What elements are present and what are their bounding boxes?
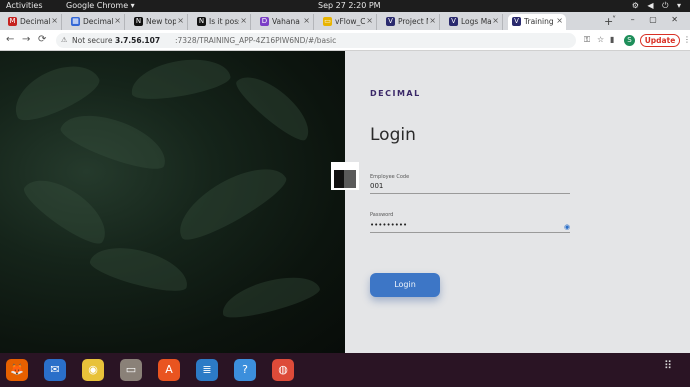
browser-tab[interactable]: ▦ Decimal × bbox=[67, 14, 125, 30]
profile-avatar[interactable]: S bbox=[624, 35, 635, 46]
software-dock-icon[interactable]: A bbox=[158, 359, 180, 381]
tab-favicon-icon: N bbox=[134, 17, 143, 26]
employee-code-underline bbox=[370, 193, 570, 194]
reload-button[interactable]: ⟳ bbox=[38, 34, 46, 45]
tab-close-icon[interactable]: × bbox=[366, 16, 373, 25]
tab-title: New top bbox=[146, 17, 176, 26]
overlay-box[interactable] bbox=[331, 162, 359, 190]
show-password-icon[interactable]: ◉ bbox=[564, 223, 570, 231]
window-controls[interactable]: ˅ – ▢ ✕ bbox=[612, 15, 684, 24]
tab-close-icon[interactable]: × bbox=[114, 16, 121, 25]
tab-title: vFlow_C bbox=[335, 17, 365, 26]
tab-title: Is it poss bbox=[209, 17, 239, 26]
os-top-bar: Activities Google Chrome ▾ Sep 27 2:20 P… bbox=[0, 0, 690, 12]
tab-close-icon[interactable]: × bbox=[429, 16, 436, 25]
login-button[interactable]: Login bbox=[370, 273, 440, 297]
help-dock-icon[interactable]: ? bbox=[234, 359, 256, 381]
tab-title: Training bbox=[524, 17, 554, 26]
writer-dock-icon[interactable]: ≣ bbox=[196, 359, 218, 381]
login-panel: DECIMAL Login Employee Code 001 Password… bbox=[345, 51, 690, 353]
tab-favicon-icon: D bbox=[260, 17, 269, 26]
tab-favicon-icon: V bbox=[449, 17, 458, 26]
tab-title: Decimal bbox=[83, 17, 113, 26]
browser-toolbar: ← → ⟳ ⚠ Not secure 3.7.56.107 :7328/TRAI… bbox=[0, 30, 690, 51]
leaf-shape bbox=[168, 153, 292, 249]
tab-favicon-icon: V bbox=[512, 17, 521, 26]
show-applications-icon[interactable]: ⠿ bbox=[664, 360, 673, 371]
leaf-shape bbox=[127, 52, 233, 105]
bookmark-star-icon[interactable]: ☆ bbox=[597, 35, 604, 44]
side-panel-icon[interactable]: ▮ bbox=[610, 35, 614, 44]
activities-button[interactable]: Activities bbox=[6, 1, 43, 10]
employee-code-label: Employee Code bbox=[370, 174, 410, 180]
not-secure-label[interactable]: Not secure bbox=[72, 36, 112, 45]
browser-tab[interactable]: V Training × bbox=[508, 14, 566, 30]
leaf-shape bbox=[18, 167, 117, 251]
system-status-icons[interactable]: ⚙ ◀ ⏻ ▾ bbox=[632, 1, 684, 11]
tab-title: Vahana E bbox=[272, 17, 302, 26]
security-warning-icon[interactable]: ⚠ bbox=[61, 36, 67, 44]
rhythmbox-dock-icon[interactable]: ◉ bbox=[82, 359, 104, 381]
tab-favicon-icon: ▭ bbox=[323, 17, 332, 26]
tab-close-icon[interactable]: × bbox=[240, 16, 247, 25]
jungle-background-image bbox=[0, 51, 345, 353]
tab-title: Logs Ma bbox=[461, 17, 491, 26]
url-path: :7328/TRAINING_APP-4Z16PIW6ND/#/basic bbox=[175, 36, 337, 45]
tab-close-icon[interactable]: × bbox=[556, 16, 563, 25]
tab-title: Decimal I bbox=[20, 17, 50, 26]
tab-favicon-icon: V bbox=[386, 17, 395, 26]
password-underline bbox=[370, 232, 570, 233]
browser-tab[interactable]: MDecimal I× bbox=[4, 14, 62, 30]
tab-close-icon[interactable]: × bbox=[303, 16, 310, 25]
browser-tab[interactable]: VProject M× bbox=[382, 14, 440, 30]
clock[interactable]: Sep 27 2:20 PM bbox=[318, 1, 381, 10]
url-bar[interactable]: ⚠ Not secure 3.7.56.107 :7328/TRAINING_A… bbox=[56, 33, 576, 48]
app-menu[interactable]: Google Chrome ▾ bbox=[66, 1, 135, 10]
firefox-dock-icon[interactable]: 🦊 bbox=[6, 359, 28, 381]
browser-tab[interactable]: V Logs Ma × bbox=[445, 14, 503, 30]
update-button[interactable]: Update bbox=[640, 34, 680, 47]
tab-favicon-icon: ▦ bbox=[71, 17, 80, 26]
employee-code-input[interactable]: 001 bbox=[370, 182, 383, 190]
os-dock: 🦊 ✉ ◉ ▭ A ≣? ◍ ⠿ bbox=[0, 353, 690, 387]
thunderbird-dock-icon[interactable]: ✉ bbox=[44, 359, 66, 381]
tab-favicon-icon: M bbox=[8, 17, 17, 26]
browser-tab[interactable]: DVahana E× bbox=[256, 14, 314, 30]
browser-tab[interactable]: N New top × bbox=[130, 14, 188, 30]
browser-tab[interactable]: N Is it poss × bbox=[193, 14, 251, 30]
browser-tab-strip: MDecimal I×▦Decimal×NNew top×NIs it poss… bbox=[0, 12, 690, 30]
leaf-shape bbox=[217, 268, 323, 324]
back-button[interactable]: ← bbox=[6, 34, 14, 45]
key-icon[interactable]: ⚿ bbox=[584, 35, 590, 45]
tab-title: Project M bbox=[398, 17, 428, 26]
password-label: Password bbox=[370, 212, 394, 218]
forward-button[interactable]: → bbox=[22, 34, 30, 45]
password-input[interactable]: ••••••••• bbox=[370, 221, 407, 229]
tab-close-icon[interactable]: × bbox=[177, 16, 184, 25]
tab-close-icon[interactable]: × bbox=[51, 16, 58, 25]
files-dock-icon[interactable]: ▭ bbox=[120, 359, 142, 381]
decimal-logo: DECIMAL bbox=[370, 89, 421, 98]
url-host: 3.7.56.107 bbox=[115, 36, 161, 45]
overlay-box-content bbox=[334, 170, 356, 188]
tab-close-icon[interactable]: × bbox=[492, 16, 499, 25]
browser-tab[interactable]: ▭ vFlow_C × bbox=[319, 14, 377, 30]
login-title: Login bbox=[370, 125, 416, 145]
chrome-dock-icon[interactable]: ◍ bbox=[272, 359, 294, 381]
chrome-menu-icon[interactable]: ⋮ bbox=[683, 35, 690, 44]
leaf-shape bbox=[230, 65, 320, 147]
leaf-shape bbox=[87, 238, 193, 298]
leaf-shape bbox=[56, 103, 174, 177]
tab-favicon-icon: N bbox=[197, 17, 206, 26]
